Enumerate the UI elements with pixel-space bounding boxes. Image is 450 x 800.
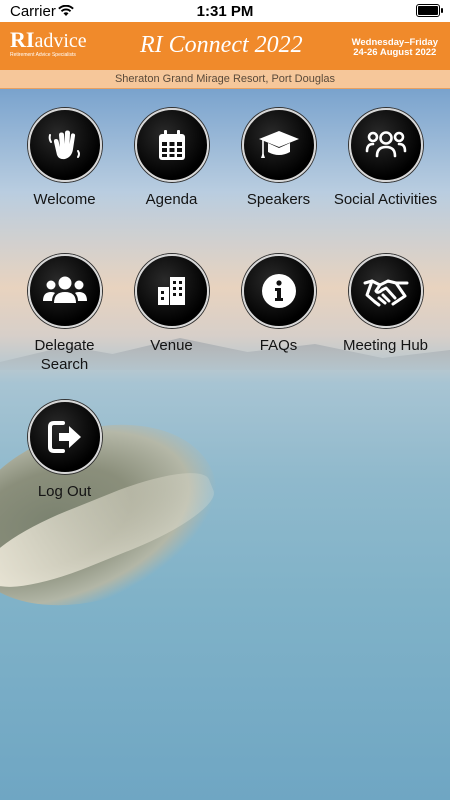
menu-tile-venue[interactable]: Venue [118,254,225,355]
menu-label-agenda: Agenda [145,191,198,208]
menu-tile-log-out[interactable]: Log Out [11,400,118,501]
group-users-icon [348,108,423,182]
logout-icon [27,400,102,474]
menu-label-social-activities: Social Activities [333,191,438,208]
battery-icon [416,4,443,17]
menu-tile-welcome[interactable]: Welcome [11,108,118,209]
info-icon [241,254,316,328]
users-icon [27,254,102,328]
event-date-range: 24-26 August 2022 [353,47,437,58]
app-title: RI Connect 2022 [140,32,303,58]
menu-label-venue: Venue [150,337,193,354]
handshake-icon [348,254,423,328]
app-header: RIadvice Retirement Advice Specialists R… [0,22,450,70]
status-bar: Carrier 1:31 PM [0,0,450,22]
graduation-cap-icon [241,108,316,182]
menu-tile-delegate-search[interactable]: Delegate Search [11,254,118,374]
menu-tile-faqs[interactable]: FAQs [225,254,332,355]
menu-label-delegate-search: Delegate Search [34,337,95,373]
waving-hand-icon [27,108,102,182]
menu-tile-agenda[interactable]: Agenda [118,108,225,209]
menu-tile-speakers[interactable]: Speakers [225,108,332,209]
menu-label-welcome: Welcome [33,191,96,208]
status-time: 1:31 PM [196,3,254,20]
building-icon [134,254,209,328]
menu-label-log-out: Log Out [37,483,92,500]
event-dates: Wednesday–Friday 24-26 August 2022 [352,38,438,58]
menu-tile-meeting-hub[interactable]: Meeting Hub [332,254,439,355]
menu-label-faqs: FAQs [259,337,298,354]
calendar-icon [134,108,209,182]
ri-advice-logo: RIadvice Retirement Advice Specialists [10,27,87,59]
menu-label-speakers: Speakers [246,191,311,208]
menu-tile-social-activities[interactable]: Social Activities [332,108,439,209]
menu-label-meeting-hub: Meeting Hub [342,337,429,354]
venue-banner: Sheraton Grand Mirage Resort, Port Dougl… [0,70,450,89]
